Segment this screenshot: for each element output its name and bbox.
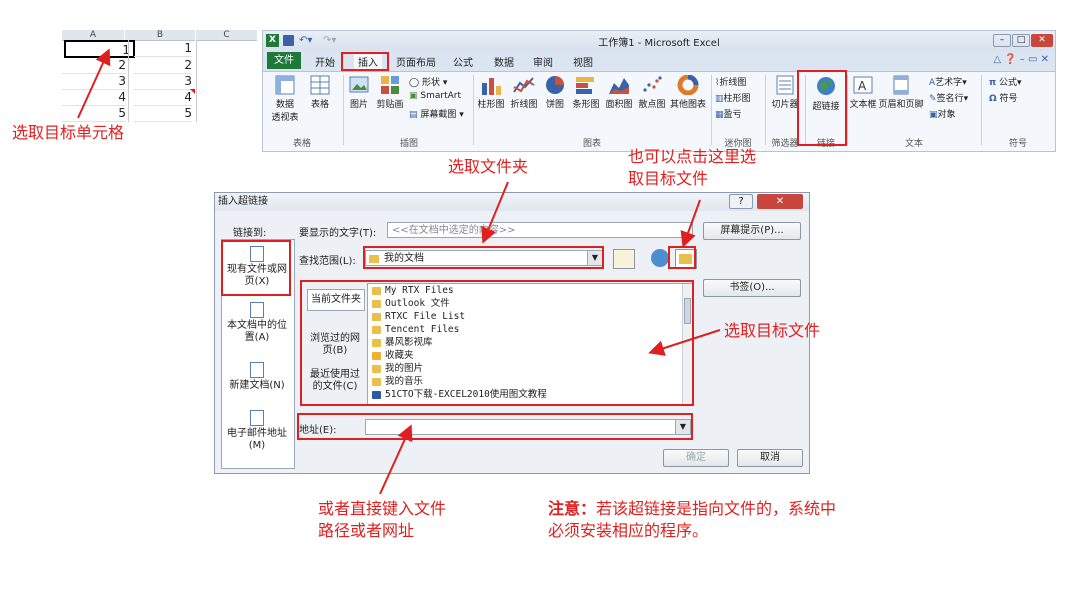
arrow-to-browse xyxy=(680,199,701,248)
arrow-to-file-list xyxy=(648,329,721,356)
arrow-to-look-in xyxy=(481,181,509,244)
note-label: 注意： xyxy=(548,499,597,518)
annotation-select-file: 选取目标文件 xyxy=(724,321,821,340)
annotation-type-path: 或者直接键入文件路径或者网址 xyxy=(318,499,447,540)
arrow-to-cell xyxy=(77,48,111,119)
annotation-arrows xyxy=(77,48,721,495)
annotation-select-folder: 选取文件夹 xyxy=(448,157,529,176)
annotation-select-cell: 选取目标单元格 xyxy=(12,123,125,142)
annotation-click-here: 也可以点击这里选取目标文件 xyxy=(628,147,757,188)
annotation-note: 注意：若该超链接是指向文件的，系统中必须安装相应的程序。 xyxy=(548,498,848,542)
arrow-to-address xyxy=(379,424,413,495)
